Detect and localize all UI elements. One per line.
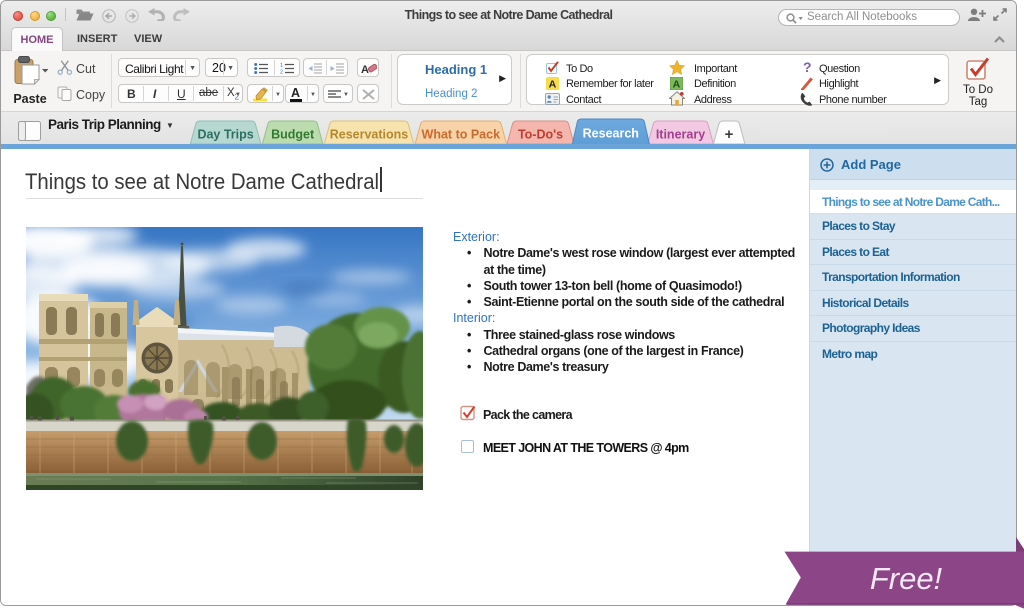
svg-text:Reservations: Reservations [330,128,409,142]
svg-text:Budget: Budget [271,128,315,142]
svg-text:A: A [361,64,369,75]
svg-text:Itinerary: Itinerary [656,128,705,142]
svg-text:A: A [549,79,557,90]
svg-text:A: A [673,79,681,90]
svg-text:Research: Research [583,127,639,141]
svg-text:What to Pack: What to Pack [422,128,501,142]
svg-text:1: 1 [280,63,283,69]
svg-text:Day Trips: Day Trips [197,128,253,142]
svg-text:To-Do's: To-Do's [518,128,563,142]
svg-text:2: 2 [280,70,283,75]
svg-text:+: + [725,126,734,143]
